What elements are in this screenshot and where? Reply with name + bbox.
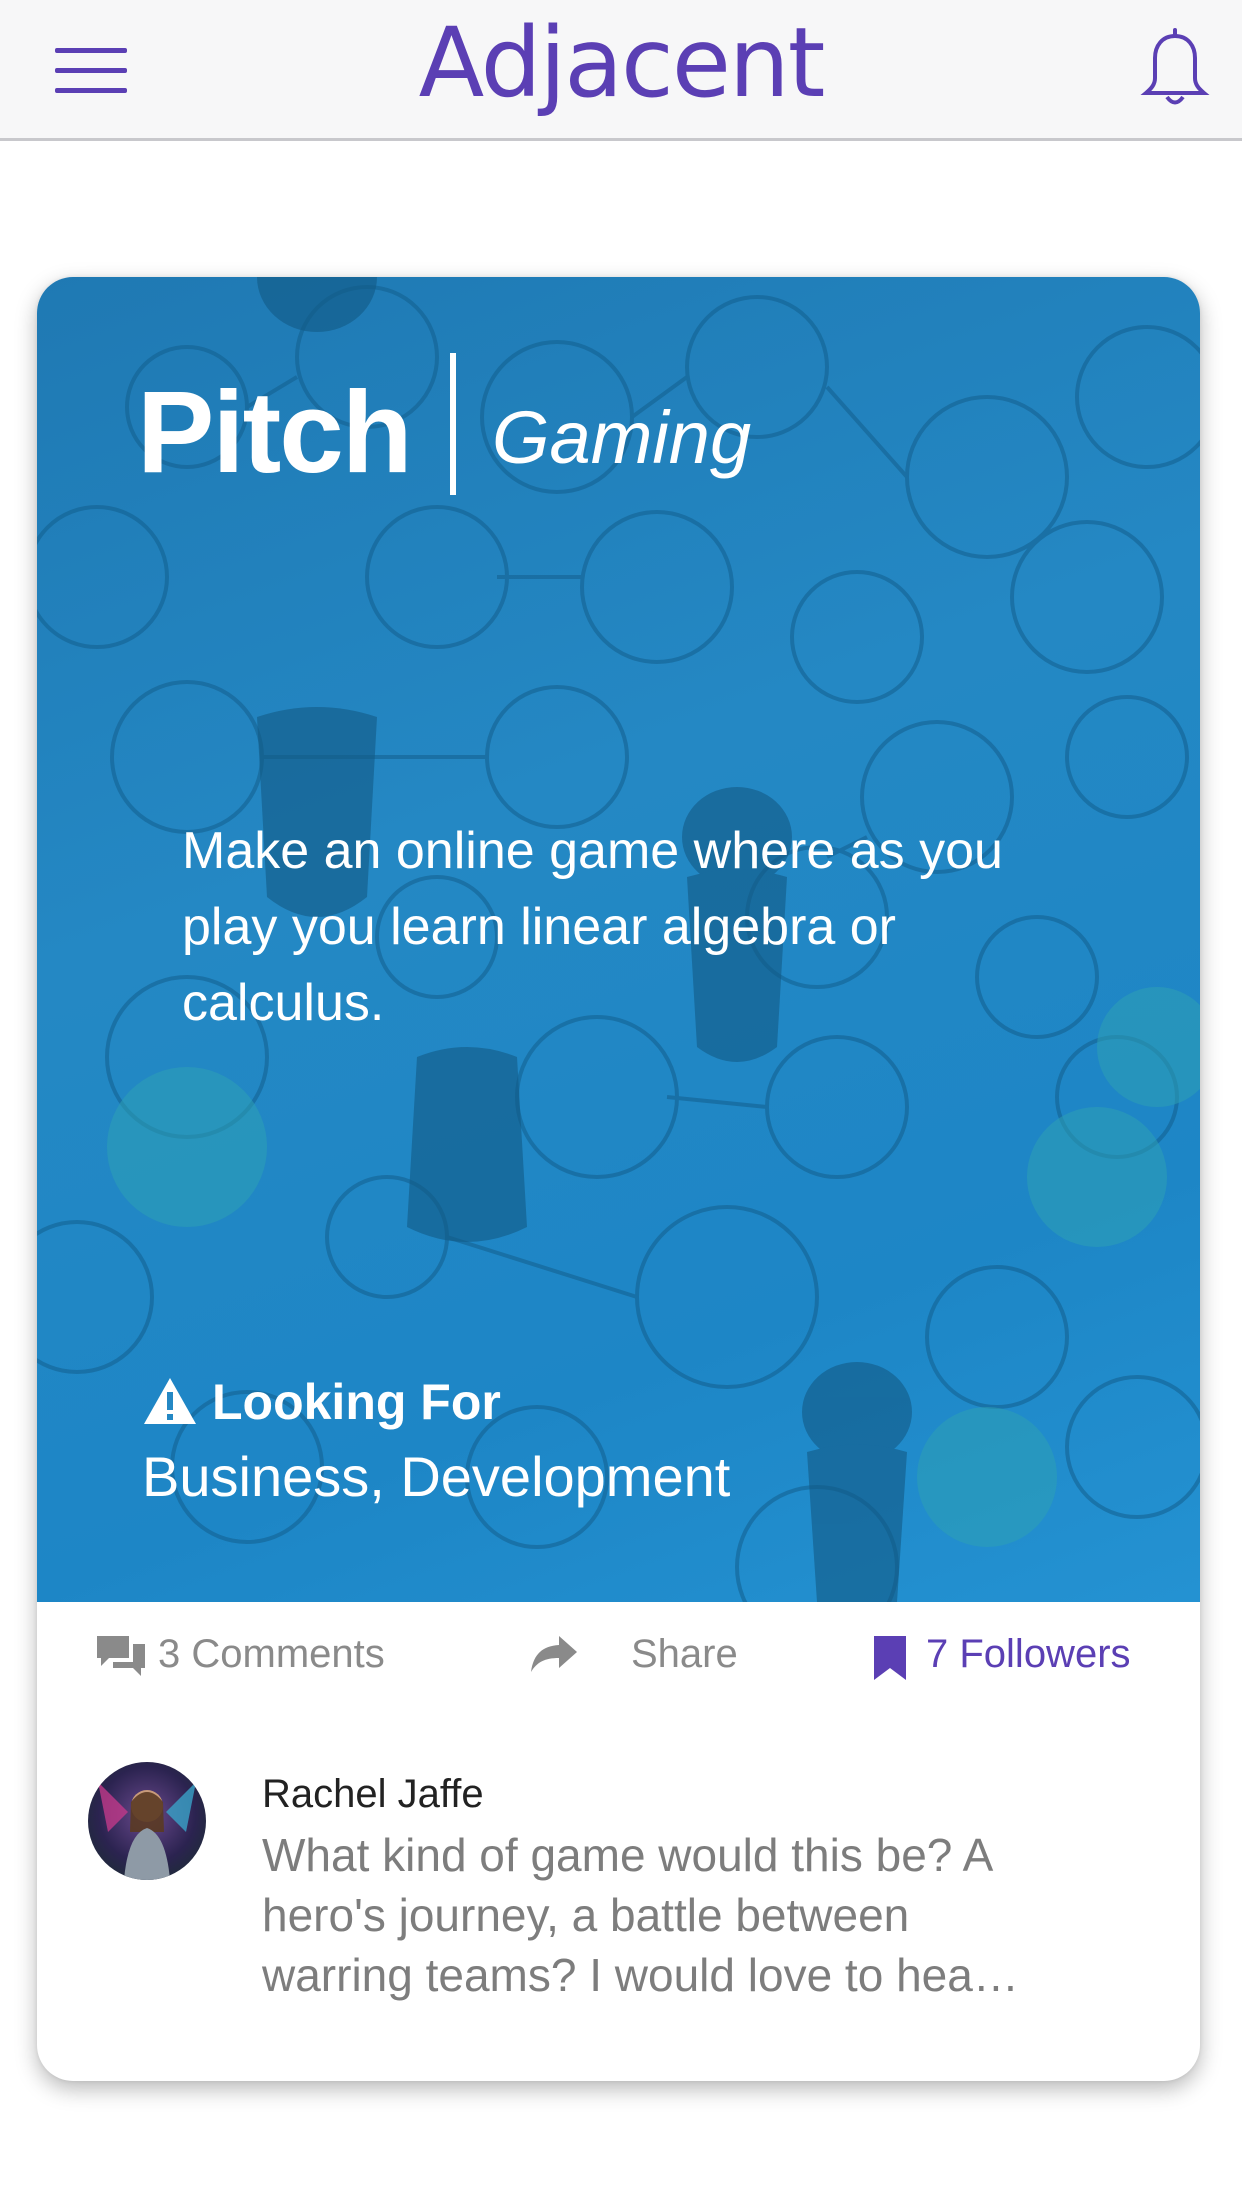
share-arrow-icon bbox=[531, 1636, 577, 1672]
bell-icon[interactable] bbox=[1140, 28, 1210, 110]
card-actions: 3 Comments Share 7 Followers bbox=[37, 1602, 1200, 1722]
avatar[interactable] bbox=[88, 1762, 206, 1880]
commenter-name[interactable]: Rachel Jaffe bbox=[262, 1766, 484, 1822]
comments-count: 3 Comments bbox=[158, 1632, 385, 1676]
app-logo: Adjacent bbox=[418, 7, 826, 119]
warning-icon bbox=[144, 1378, 196, 1424]
pitch-card[interactable]: Pitch Gaming Make an online game where a… bbox=[37, 277, 1200, 2081]
looking-for-label: Looking For bbox=[212, 1374, 501, 1430]
bookmark-icon bbox=[874, 1636, 906, 1680]
comments-icon bbox=[97, 1636, 145, 1676]
pitch-hero: Pitch Gaming Make an online game where a… bbox=[37, 277, 1200, 1602]
avatar-image bbox=[98, 1782, 196, 1880]
top-navigation-bar: Adjacent bbox=[0, 0, 1242, 141]
followers-count: 7 Followers bbox=[926, 1632, 1131, 1676]
share-label: Share bbox=[631, 1632, 738, 1676]
comment-text: What kind of game would this be? A hero'… bbox=[262, 1829, 1019, 2001]
top-comment[interactable]: Rachel Jaffe What kind of game would thi… bbox=[37, 1722, 1200, 2001]
card-type-label: Pitch bbox=[137, 367, 413, 497]
title-divider bbox=[450, 353, 456, 495]
looking-for-value: Business, Development bbox=[142, 1445, 731, 1508]
pitch-description: Make an online game where as you play yo… bbox=[182, 822, 1003, 1032]
category-label: Gaming bbox=[492, 396, 752, 479]
